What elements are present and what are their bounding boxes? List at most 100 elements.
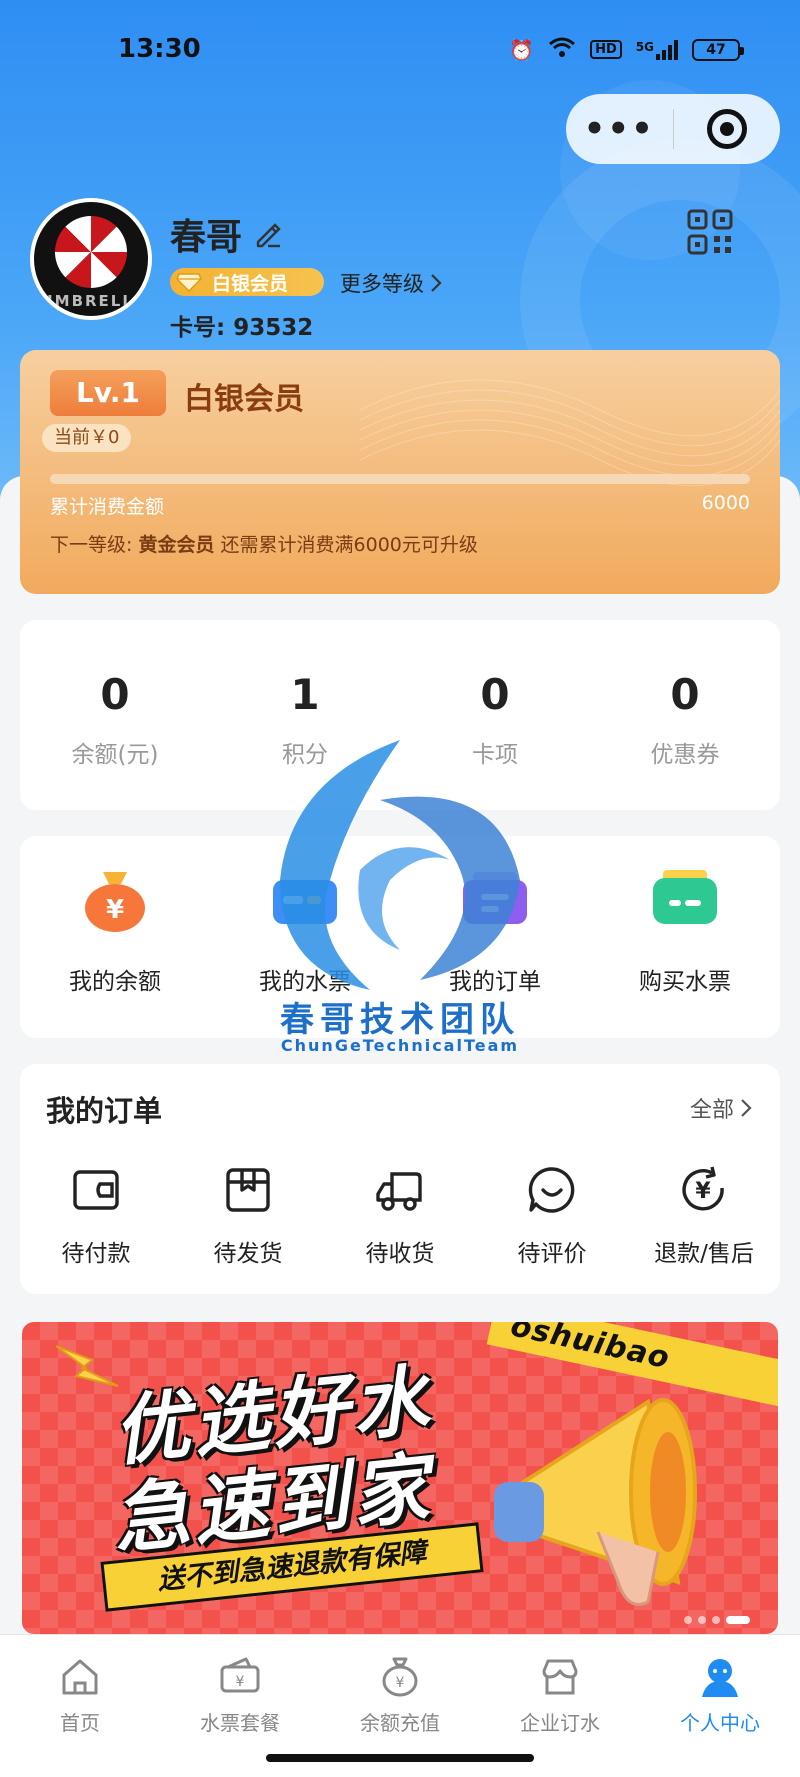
view-all-label: 全部	[689, 1098, 734, 1123]
target-icon	[706, 109, 747, 149]
qr-code-icon[interactable]	[686, 208, 734, 256]
promo-banner[interactable]: oshuibao 优选好水 急速到家 送不到急速退款有保障	[22, 1322, 778, 1634]
tab-profile[interactable]: 个人中心	[640, 1635, 800, 1738]
order-pending-review[interactable]: 待评价	[476, 1164, 628, 1268]
next-level-requirement: 还需累计消费满6000元可升级	[220, 534, 478, 556]
order-pending-payment[interactable]: 待付款	[20, 1164, 172, 1268]
level-name: 白银会员	[184, 382, 304, 417]
watermark-subtitle: ChunGeTechnicalTeam	[280, 1036, 520, 1055]
tab-water-tickets[interactable]: ¥ 水票套餐	[160, 1635, 320, 1738]
miniprogram-capsule: •••	[566, 94, 780, 164]
tab-label: 首页	[60, 1711, 100, 1735]
stat-value: 1	[290, 670, 320, 719]
quick-my-balance[interactable]: ¥ 我的余额	[20, 836, 210, 1038]
avatar-text: UMBRELLA	[40, 292, 148, 310]
tab-balance-topup[interactable]: ¥ 余额充值	[320, 1635, 480, 1738]
quick-buy-tickets[interactable]: 购买水票	[590, 836, 780, 1038]
stat-cards[interactable]: 0 卡项	[400, 620, 590, 810]
order-status-label: 待评价	[517, 1241, 587, 1267]
home-icon	[62, 1659, 98, 1695]
status-bar: 13:30 ⏰ HD 5G 47	[0, 0, 800, 100]
alarm-icon: ⏰	[509, 37, 535, 62]
next-level-hint: 下一等级: 黄金会员 还需累计消费满6000元可升级	[50, 530, 478, 557]
stat-balance[interactable]: 0 余额(元)	[20, 620, 210, 810]
close-miniprogram-button[interactable]	[674, 109, 781, 149]
banner-pagination	[684, 1616, 750, 1624]
ticket-card-icon	[273, 880, 337, 924]
accumulated-label: 累计消费金额	[50, 496, 165, 518]
level-progress-bar	[50, 474, 750, 484]
person-icon	[702, 1659, 738, 1697]
orders-title: 我的订单	[46, 1094, 163, 1128]
level-tag: Lv.1	[50, 370, 166, 416]
card-number: 卡号: 93532	[170, 308, 313, 342]
order-status-label: 退款/售后	[654, 1241, 754, 1267]
stat-value: 0	[670, 670, 700, 719]
wave-pattern	[360, 379, 780, 487]
edit-icon[interactable]	[254, 220, 282, 248]
status-icons: ⏰ HD 5G 47	[509, 36, 744, 63]
tab-label: 个人中心	[680, 1711, 760, 1735]
order-status-row: 待付款 待发货 待收货 待评价 ¥ 退款/售后	[20, 1164, 780, 1268]
avatar[interactable]: UMBRELLA	[30, 198, 152, 320]
level-max-value: 6000	[701, 492, 750, 514]
watermark-title: 春哥技术团队	[280, 1000, 520, 1040]
tab-enterprise-order[interactable]: 企业订水	[480, 1635, 640, 1738]
tab-home[interactable]: 首页	[0, 1635, 160, 1738]
wifi-icon	[548, 36, 576, 63]
order-status-label: 待发货	[213, 1241, 283, 1267]
ticket-icon: ¥	[220, 1657, 260, 1693]
member-badge-label: 白银会员	[212, 272, 289, 295]
order-pending-receipt[interactable]: 待收货	[324, 1164, 476, 1268]
username: 春哥	[170, 217, 243, 258]
stat-points[interactable]: 1 积分	[210, 620, 400, 810]
stat-coupons[interactable]: 0 优惠券	[590, 620, 780, 810]
tab-label: 余额充值	[360, 1711, 440, 1735]
stat-label: 积分	[282, 742, 328, 768]
page-dot	[698, 1616, 706, 1624]
stat-label: 优惠券	[650, 742, 720, 768]
card-number-label: 卡号:	[170, 315, 226, 341]
store-icon	[542, 1659, 578, 1695]
bottom-tab-bar: 首页 ¥ 水票套餐 ¥ 余额充值 企业订水 个人中心	[0, 1634, 800, 1738]
umbrella-logo-icon	[55, 216, 127, 288]
more-levels-link[interactable]: 更多等级	[340, 268, 442, 298]
order-refund-aftersale[interactable]: ¥ 退款/售后	[628, 1164, 780, 1268]
order-status-label: 待收货	[365, 1241, 435, 1267]
svg-text:¥: ¥	[695, 1179, 711, 1204]
my-orders-section: 我的订单 全部 待付款 待发货 待收货 待评价 ¥ 退款/售后	[20, 1064, 780, 1294]
megaphone-icon	[494, 1398, 697, 1606]
home-indicator[interactable]	[266, 1754, 534, 1762]
tab-label: 水票套餐	[200, 1711, 280, 1735]
status-time: 13:30	[118, 34, 201, 64]
buy-ticket-icon	[653, 870, 717, 924]
diamond-icon	[176, 273, 202, 292]
next-level-name: 黄金会员	[138, 534, 215, 556]
current-spend-tag: 当前￥0	[42, 424, 132, 452]
stat-value: 0	[100, 670, 130, 719]
svg-text:¥: ¥	[396, 1675, 405, 1691]
stat-label: 余额(元)	[71, 742, 159, 768]
truck-icon	[376, 1172, 422, 1211]
order-card-icon	[463, 872, 527, 924]
stat-value: 0	[480, 670, 510, 719]
card-number-value: 93532	[233, 315, 314, 341]
tab-label: 企业订水	[520, 1711, 600, 1735]
more-menu-button[interactable]: •••	[566, 112, 673, 146]
page-dot-active	[726, 1616, 750, 1624]
battery-icon: 47	[692, 38, 744, 61]
membership-level-card[interactable]: Lv.1 白银会员 当前￥0 累计消费金额 6000 下一等级: 黄金会员 还需…	[20, 350, 780, 594]
signal-icon: 5G	[635, 39, 678, 60]
hd-icon: HD	[590, 40, 622, 59]
chevron-right-icon	[741, 1099, 752, 1117]
network-type: 5G	[635, 39, 654, 54]
refund-icon: ¥	[682, 1166, 724, 1211]
quick-action-label: 我的水票	[259, 969, 351, 995]
svg-text:¥: ¥	[106, 895, 124, 925]
orders-view-all-link[interactable]: 全部	[690, 1092, 752, 1124]
order-status-label: 待付款	[61, 1241, 131, 1267]
order-pending-shipment[interactable]: 待发货	[172, 1164, 324, 1268]
chat-smile-icon	[528, 1167, 575, 1213]
member-badge: 白银会员	[170, 268, 324, 296]
money-bag-icon: ¥	[382, 1657, 418, 1697]
